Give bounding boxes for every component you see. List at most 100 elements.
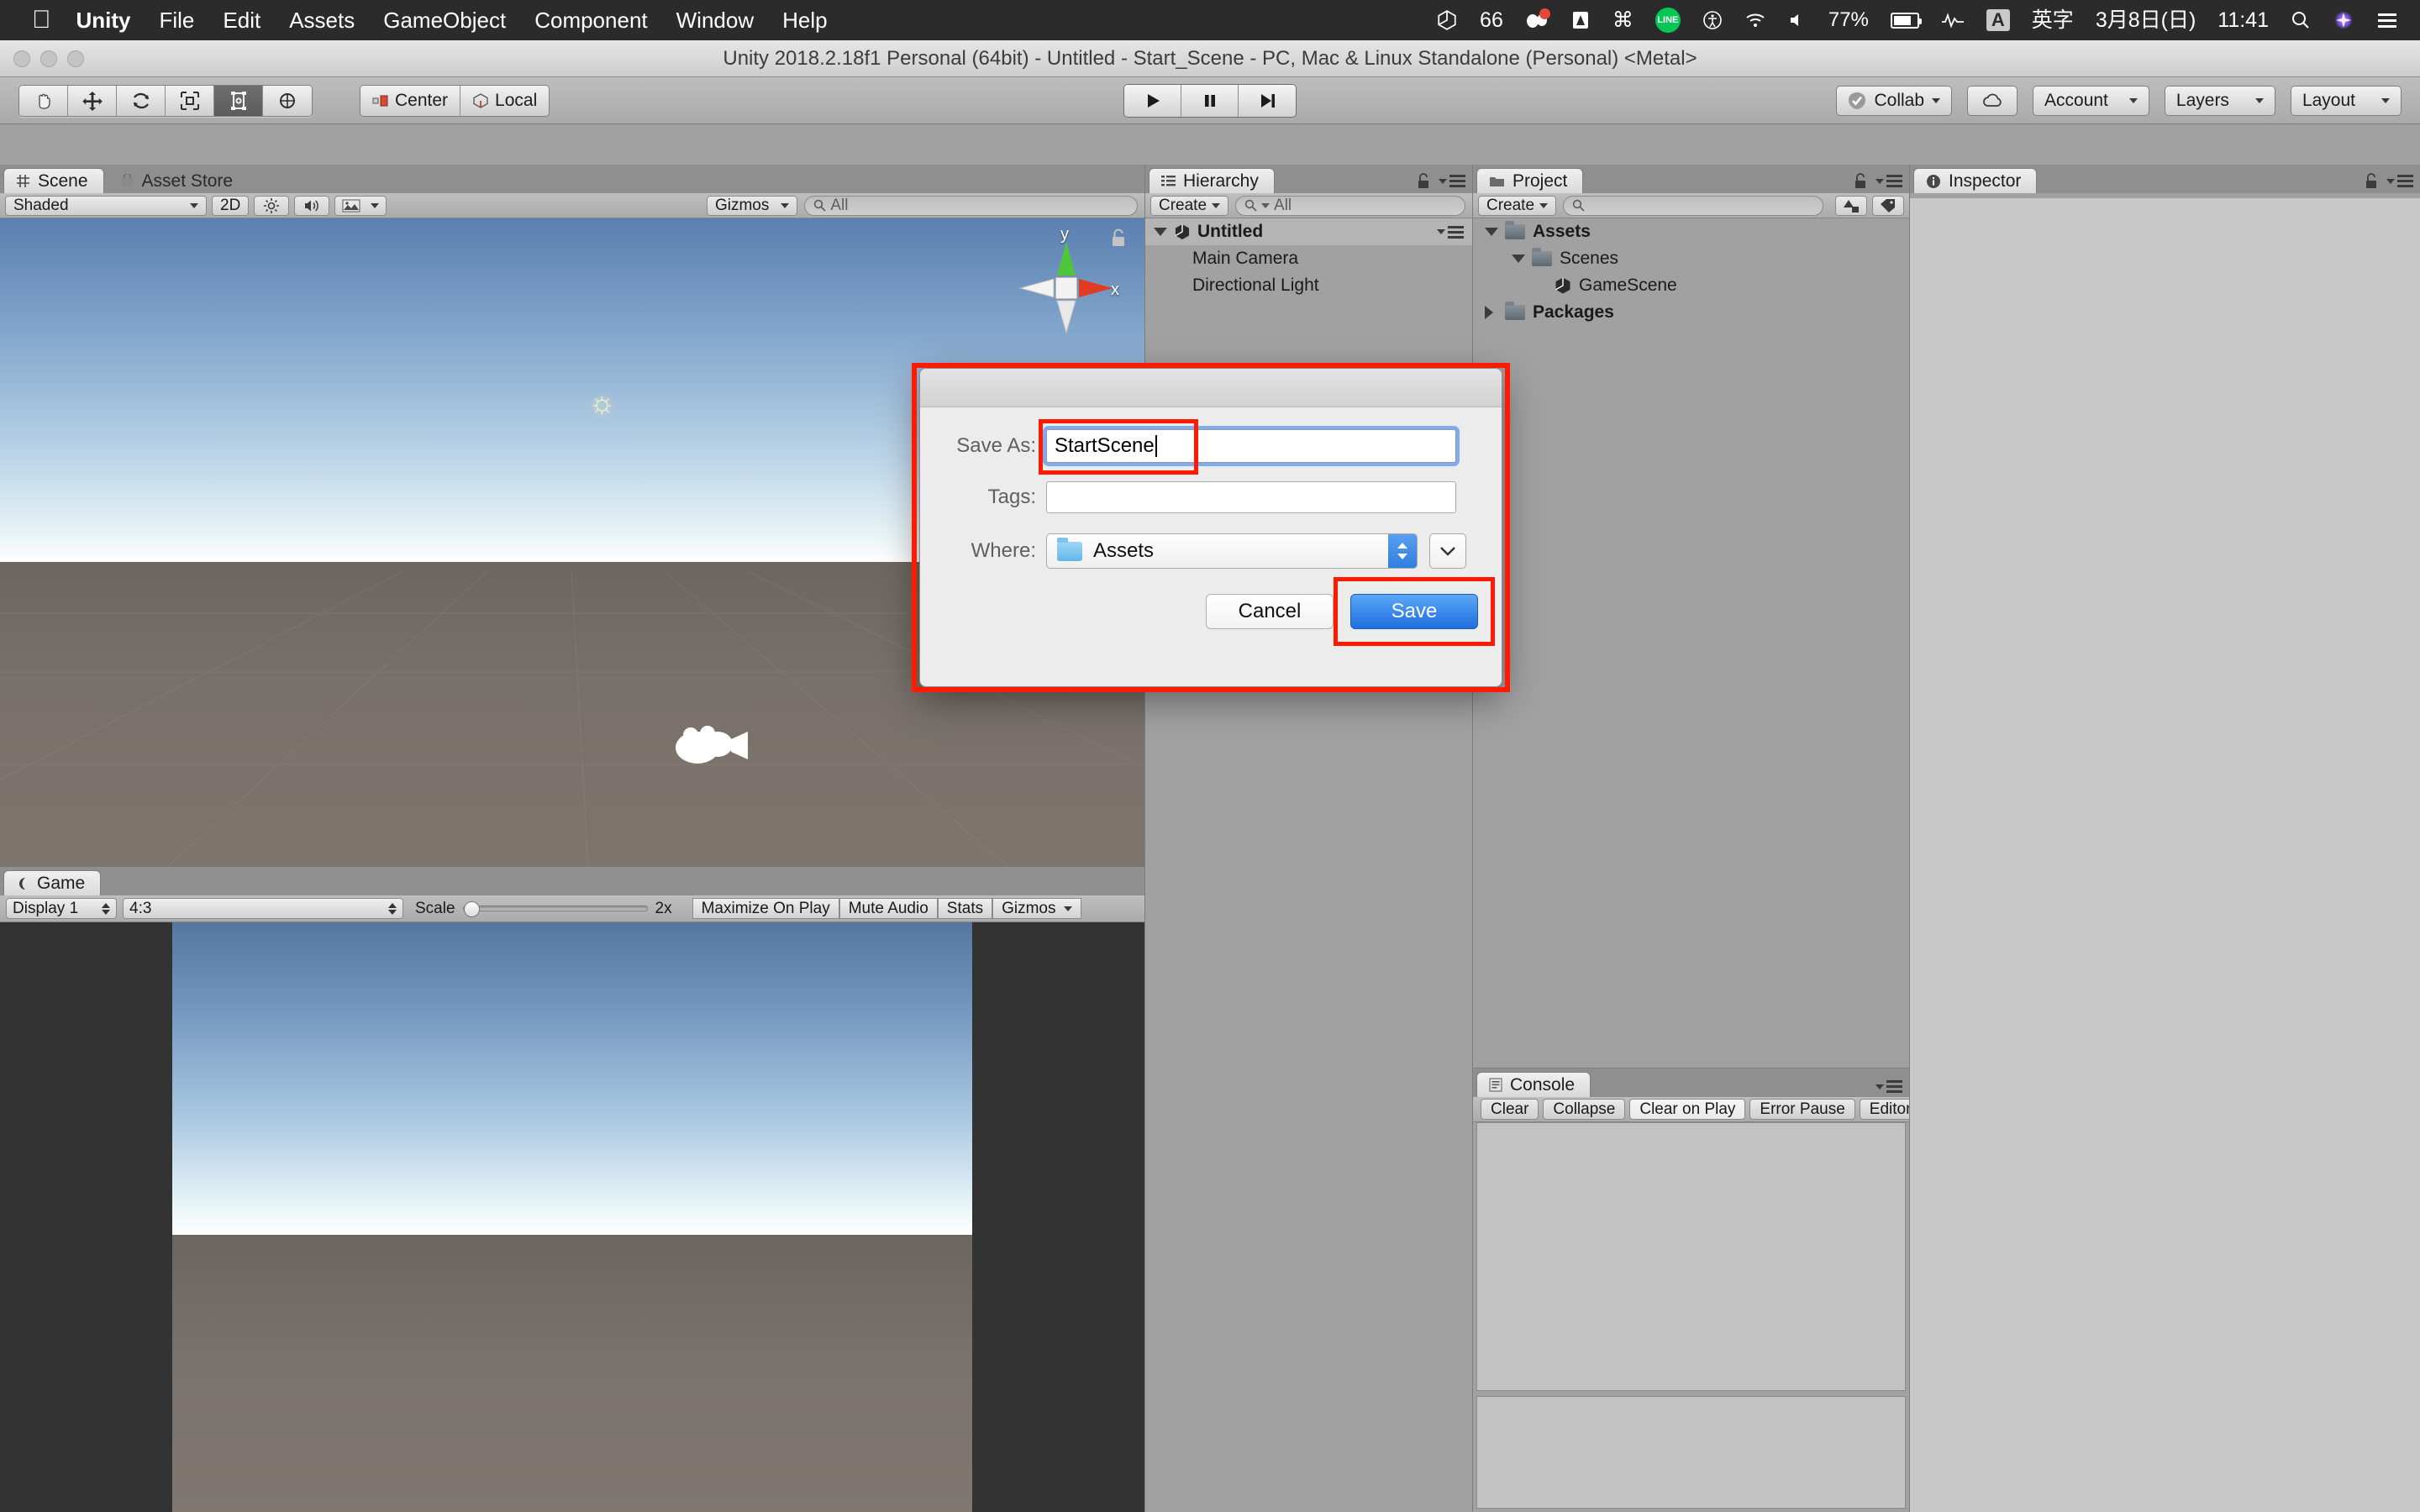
wifi-icon[interactable] <box>1744 12 1766 29</box>
hierarchy-item-main-camera[interactable]: Main Camera <box>1145 245 1472 272</box>
apple-icon[interactable]:  <box>32 8 51 33</box>
minimize-window-button[interactable] <box>40 50 57 67</box>
chevron-down-icon[interactable] <box>190 202 198 208</box>
menu-unity[interactable]: Unity <box>76 8 131 34</box>
project-filter-label-button[interactable] <box>1872 195 1904 216</box>
tab-console[interactable]: Console <box>1476 1072 1591 1097</box>
scale-slider[interactable] <box>462 901 648 917</box>
project-item-packages[interactable]: Packages <box>1473 299 1909 326</box>
menu-gameobject[interactable]: GameObject <box>383 8 506 34</box>
project-filter-type-button[interactable] <box>1835 195 1867 216</box>
tab-scene[interactable]: Scene <box>3 168 104 193</box>
where-dropdown[interactable]: Assets <box>1046 533 1418 569</box>
pause-button[interactable] <box>1181 84 1239 117</box>
rect-tool-button[interactable] <box>214 85 263 116</box>
project-create-button[interactable]: Create <box>1478 195 1557 216</box>
move-tool-button[interactable] <box>68 85 117 116</box>
hierarchy-search-input[interactable]: All <box>1235 195 1465 216</box>
console-error-pause-button[interactable]: Error Pause <box>1749 1099 1855 1120</box>
toggle-2d-button[interactable]: 2D <box>212 195 250 216</box>
project-item-gamescene[interactable]: GameScene <box>1473 272 1909 299</box>
menu-edit[interactable]: Edit <box>223 8 260 34</box>
tab-asset-store[interactable]: Asset Store <box>108 168 250 193</box>
chevron-down-icon[interactable] <box>1212 202 1221 208</box>
zoom-window-button[interactable] <box>67 50 84 67</box>
window-traffic-lights[interactable] <box>13 50 84 67</box>
volume-icon[interactable] <box>1788 12 1807 29</box>
battery-icon[interactable] <box>1890 12 1922 29</box>
project-item-assets[interactable]: Assets <box>1473 218 1909 245</box>
console-menu-icon[interactable] <box>1876 1080 1902 1093</box>
project-lock-icon[interactable] <box>1854 173 1867 189</box>
glasses-icon[interactable]: 66 <box>1480 9 1503 31</box>
tags-input[interactable] <box>1046 481 1456 513</box>
mute-audio-button[interactable]: Mute Audio <box>839 898 938 919</box>
menu-file[interactable]: File <box>160 8 195 34</box>
chevron-down-icon[interactable] <box>1063 906 1072 911</box>
foldout-open-icon[interactable] <box>1512 255 1525 263</box>
play-button[interactable] <box>1124 84 1181 117</box>
scene-axis-gizmo[interactable]: y x <box>1012 225 1121 334</box>
siri-icon[interactable] <box>2333 9 2354 31</box>
scene-lock-icon[interactable] <box>1111 228 1126 251</box>
console-collapse-button[interactable]: Collapse <box>1543 1099 1626 1120</box>
scale-tool-button[interactable] <box>166 85 214 116</box>
main-camera-gizmo[interactable] <box>672 722 752 779</box>
inspector-menu-icon[interactable] <box>2386 175 2413 187</box>
layers-button[interactable]: Layers <box>2164 85 2275 116</box>
game-render-area[interactable] <box>0 922 1144 1512</box>
input-source-key-icon[interactable]: A <box>1986 9 2010 31</box>
cancel-button[interactable]: Cancel <box>1206 594 1334 629</box>
save-button[interactable]: Save <box>1350 594 1478 629</box>
chevron-down-icon[interactable] <box>2254 97 2264 103</box>
accessibility-icon[interactable] <box>1702 10 1723 30</box>
pivot-center-button[interactable]: Center <box>360 85 461 116</box>
drive-icon[interactable] <box>1570 10 1591 30</box>
aspect-ratio-dropdown[interactable]: 4:3 <box>123 898 403 919</box>
chevron-down-icon[interactable] <box>2381 97 2390 103</box>
menu-help[interactable]: Help <box>782 8 827 34</box>
menu-assets[interactable]: Assets <box>289 8 355 34</box>
hierarchy-lock-icon[interactable] <box>1417 173 1430 189</box>
console-log-list[interactable] <box>1476 1122 1906 1391</box>
scene-effects-toggle[interactable] <box>334 195 387 216</box>
tab-project[interactable]: Project <box>1476 168 1584 193</box>
hierarchy-menu-icon[interactable] <box>1439 175 1465 187</box>
project-menu-icon[interactable] <box>1876 175 1902 187</box>
tab-hierarchy[interactable]: Hierarchy <box>1149 168 1275 193</box>
close-window-button[interactable] <box>13 50 30 67</box>
console-detail-pane[interactable] <box>1476 1396 1906 1509</box>
activity-monitor-icon[interactable] <box>1941 12 1965 29</box>
scene-search-input[interactable]: All <box>804 195 1139 216</box>
input-source-label[interactable]: 英字 <box>2032 9 2074 31</box>
project-search-input[interactable] <box>1563 195 1823 216</box>
hierarchy-create-button[interactable]: Create <box>1150 195 1229 216</box>
unity-hub-icon[interactable] <box>1436 9 1458 31</box>
project-item-scenes[interactable]: Scenes <box>1473 245 1909 272</box>
menubar-date[interactable]: 3月8日(日) <box>2096 9 2196 31</box>
where-stepper-icon[interactable] <box>1388 534 1417 568</box>
chevron-down-icon[interactable] <box>781 202 790 208</box>
menu-component[interactable]: Component <box>534 8 647 34</box>
line-icon[interactable]: LINE <box>1655 8 1681 33</box>
expand-browser-button[interactable] <box>1429 533 1466 569</box>
hierarchy-item-directional-light[interactable]: Directional Light <box>1145 272 1472 299</box>
cloud-button[interactable] <box>1967 85 2018 116</box>
directional-light-gizmo[interactable]: ☼ <box>588 385 616 420</box>
collab-button[interactable]: Collab <box>1836 85 1953 116</box>
spotlight-search-icon[interactable] <box>2291 10 2311 30</box>
console-clear-button[interactable]: Clear <box>1481 1099 1539 1120</box>
hierarchy-scene-row[interactable]: Untitled <box>1145 218 1472 245</box>
control-center-icon[interactable] <box>2376 11 2398 29</box>
menu-window[interactable]: Window <box>676 8 754 34</box>
stepper-icon[interactable] <box>388 902 397 915</box>
chevron-down-icon[interactable] <box>1932 97 1941 103</box>
chevron-down-icon[interactable] <box>1539 202 1549 208</box>
shading-mode-dropdown[interactable]: Shaded <box>5 195 207 216</box>
scene-lighting-toggle[interactable] <box>254 195 290 216</box>
tab-game[interactable]: Game <box>3 870 102 895</box>
step-button[interactable] <box>1239 84 1296 117</box>
console-clear-on-play-button[interactable]: Clear on Play <box>1629 1099 1746 1120</box>
scene-audio-toggle[interactable] <box>294 195 330 216</box>
layout-button[interactable]: Layout <box>2290 85 2402 116</box>
